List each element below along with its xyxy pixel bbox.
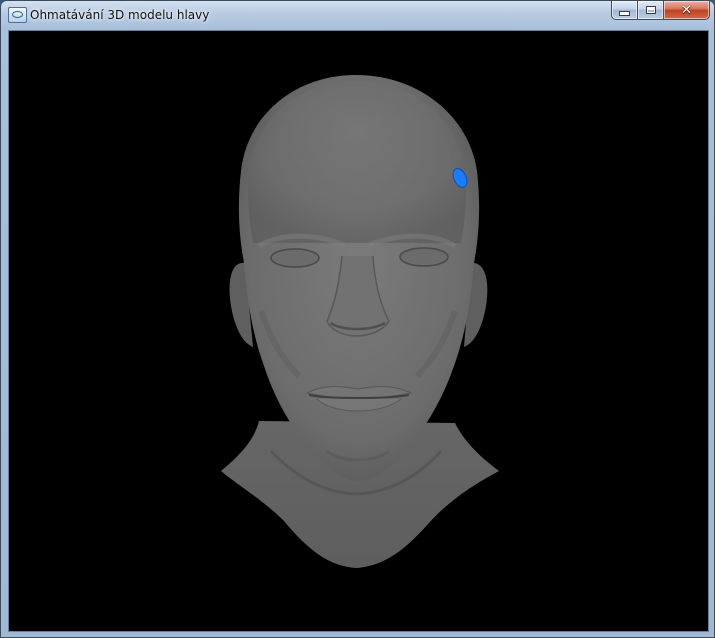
window-title: Ohmatávání 3D modelu hlavy <box>30 8 210 22</box>
caption-buttons: ✕ <box>611 1 710 20</box>
right-eye <box>399 247 449 267</box>
close-button[interactable]: ✕ <box>663 1 710 20</box>
minimize-button[interactable] <box>611 1 637 20</box>
minimize-icon <box>619 11 630 16</box>
head-model-viewport[interactable] <box>9 31 708 631</box>
app-window-icon[interactable] <box>8 7 27 23</box>
title-bar[interactable]: Ohmatávání 3D modelu hlavy ✕ <box>1 1 714 29</box>
render-area[interactable] <box>8 30 709 632</box>
app-window: Ohmatávání 3D modelu hlavy ✕ <box>0 0 715 638</box>
maximize-icon <box>645 6 656 14</box>
close-icon: ✕ <box>681 2 692 18</box>
left-eye <box>270 248 320 268</box>
maximize-button[interactable] <box>637 1 663 20</box>
